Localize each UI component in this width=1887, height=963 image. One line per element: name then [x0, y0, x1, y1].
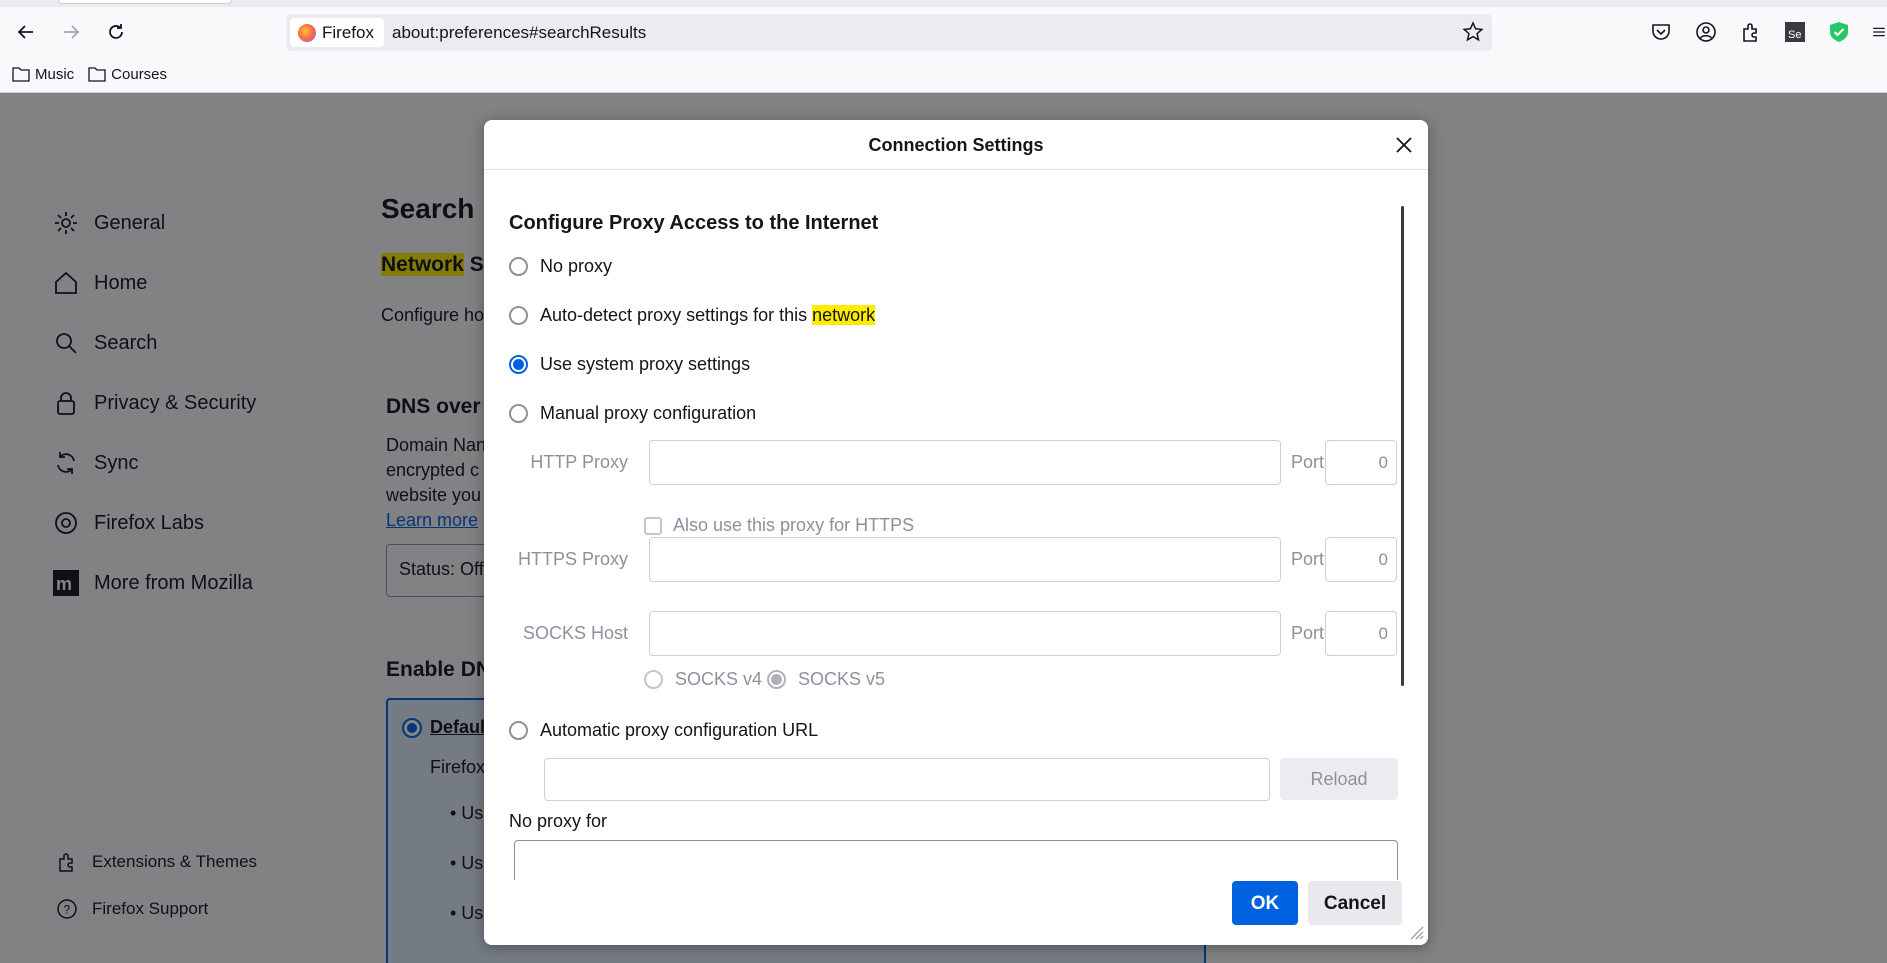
- no-proxy-for-label: No proxy for: [509, 811, 608, 831]
- shield-button[interactable]: [1827, 20, 1851, 44]
- system-proxy-label: Use system proxy settings: [540, 354, 751, 374]
- bookmark-label: Courses: [111, 65, 168, 83]
- extensions-icon: [1743, 23, 1757, 42]
- bookmark-star-icon[interactable]: [1462, 21, 1484, 43]
- auto-proxy-url-option[interactable]: Automatic proxy configuration URL: [509, 720, 818, 741]
- socks-port-label: Port: [1290, 623, 1324, 643]
- search-highlight: network: [812, 305, 876, 325]
- auto-detect-option[interactable]: Auto-detect proxy settings for this netw…: [509, 305, 876, 326]
- active-tab-edge[interactable]: [58, 0, 232, 4]
- reload-button[interactable]: Reload: [1280, 758, 1398, 800]
- cancel-button[interactable]: Cancel: [1308, 881, 1402, 925]
- reload-button[interactable]: [100, 16, 132, 48]
- shield-check-icon: [1830, 22, 1848, 42]
- svg-text:Se: Se: [1788, 29, 1801, 41]
- folder-icon: [88, 67, 106, 82]
- dialog-scrollbar[interactable]: [1401, 206, 1404, 686]
- system-proxy-radio[interactable]: [509, 355, 528, 374]
- proxy-section-title: Configure Proxy Access to the Internet: [509, 212, 879, 234]
- auto-proxy-url-radio[interactable]: [509, 721, 528, 740]
- bookmark-label: Music: [35, 65, 75, 83]
- tab-strip: [0, 0, 1887, 7]
- manual-proxy-radio[interactable]: [509, 404, 528, 423]
- resize-grip-icon[interactable]: [1408, 924, 1424, 940]
- auto-proxy-url-input[interactable]: [544, 758, 1270, 801]
- http-proxy-label: HTTP Proxy: [530, 452, 628, 472]
- url-bar[interactable]: Firefox about:preferences#searchResults: [286, 14, 1492, 51]
- http-port-label: Port: [1290, 452, 1324, 472]
- browser-chrome: Firefox about:preferences#searchResults …: [0, 0, 1887, 93]
- manual-proxy-option[interactable]: Manual proxy configuration: [509, 403, 756, 424]
- bookmark-folder[interactable]: Courses: [88, 62, 167, 86]
- https-proxy-input[interactable]: [649, 537, 1281, 582]
- manual-proxy-label: Manual proxy configuration: [540, 403, 757, 423]
- no-proxy-radio[interactable]: [509, 257, 528, 276]
- account-icon: [1696, 22, 1716, 42]
- menu-icon: [1873, 27, 1885, 37]
- share-proxy-option[interactable]: Also use this proxy for HTTPS: [644, 515, 914, 536]
- firefox-logo-icon: [298, 23, 316, 42]
- pocket-button[interactable]: [1649, 20, 1673, 44]
- http-proxy-input[interactable]: [649, 440, 1281, 485]
- socks-v4-option[interactable]: SOCKS v4: [644, 669, 762, 690]
- selenium-icon: Se: [1785, 22, 1805, 42]
- folder-icon: [12, 67, 30, 82]
- forward-button[interactable]: [55, 16, 87, 48]
- account-button[interactable]: [1694, 20, 1718, 44]
- socks-v5-label: SOCKS v5: [798, 669, 886, 689]
- http-port-input[interactable]: 0: [1325, 440, 1397, 485]
- auto-proxy-url-label: Automatic proxy configuration URL: [540, 720, 819, 740]
- dialog-title: Connection Settings: [868, 135, 1044, 155]
- socks-v4-radio[interactable]: [644, 670, 663, 689]
- pocket-icon: [1652, 24, 1670, 40]
- bookmarks-toolbar: Music Courses: [0, 62, 167, 86]
- dialog-body: Configure Proxy Access to the Internet N…: [484, 170, 1428, 900]
- no-proxy-option[interactable]: No proxy: [509, 256, 612, 277]
- socks-v4-label: SOCKS v4: [675, 669, 763, 689]
- url-text[interactable]: about:preferences#searchResults: [392, 23, 646, 43]
- close-icon[interactable]: [1392, 133, 1416, 157]
- identity-label: Firefox: [322, 22, 374, 42]
- dialog-header: Connection Settings: [484, 120, 1428, 170]
- share-proxy-label: Also use this proxy for HTTPS: [673, 515, 915, 535]
- no-proxy-label: No proxy: [540, 256, 613, 276]
- reload-icon: [109, 24, 123, 39]
- https-port-label: Port: [1290, 549, 1324, 569]
- socks-v5-option[interactable]: SOCKS v5: [767, 669, 885, 690]
- extensions-button[interactable]: [1739, 20, 1763, 44]
- connection-settings-dialog: Connection Settings Configure Proxy Acce…: [484, 120, 1428, 945]
- socks-v5-radio[interactable]: [767, 670, 786, 689]
- auto-detect-radio[interactable]: [509, 306, 528, 325]
- auto-detect-label: Auto-detect proxy settings for this netw…: [540, 305, 876, 326]
- socks-host-input[interactable]: [649, 611, 1281, 656]
- https-proxy-label: HTTPS Proxy: [517, 549, 628, 569]
- ok-button[interactable]: OK: [1232, 881, 1298, 925]
- bookmark-folder[interactable]: Music: [12, 62, 74, 86]
- system-proxy-option[interactable]: Use system proxy settings: [509, 354, 750, 375]
- back-icon: [17, 25, 33, 39]
- https-port-input[interactable]: 0: [1325, 537, 1397, 582]
- back-button[interactable]: [10, 16, 42, 48]
- forward-icon: [64, 25, 80, 39]
- auto-detect-text: Auto-detect proxy settings for this: [540, 305, 813, 325]
- identity-box[interactable]: Firefox: [290, 18, 384, 47]
- share-proxy-checkbox[interactable]: [644, 516, 662, 535]
- selenium-button[interactable]: Se: [1783, 20, 1807, 44]
- overflow-menu-button[interactable]: [1871, 20, 1887, 44]
- socks-port-input[interactable]: 0: [1325, 611, 1397, 656]
- socks-host-label: SOCKS Host: [522, 623, 628, 643]
